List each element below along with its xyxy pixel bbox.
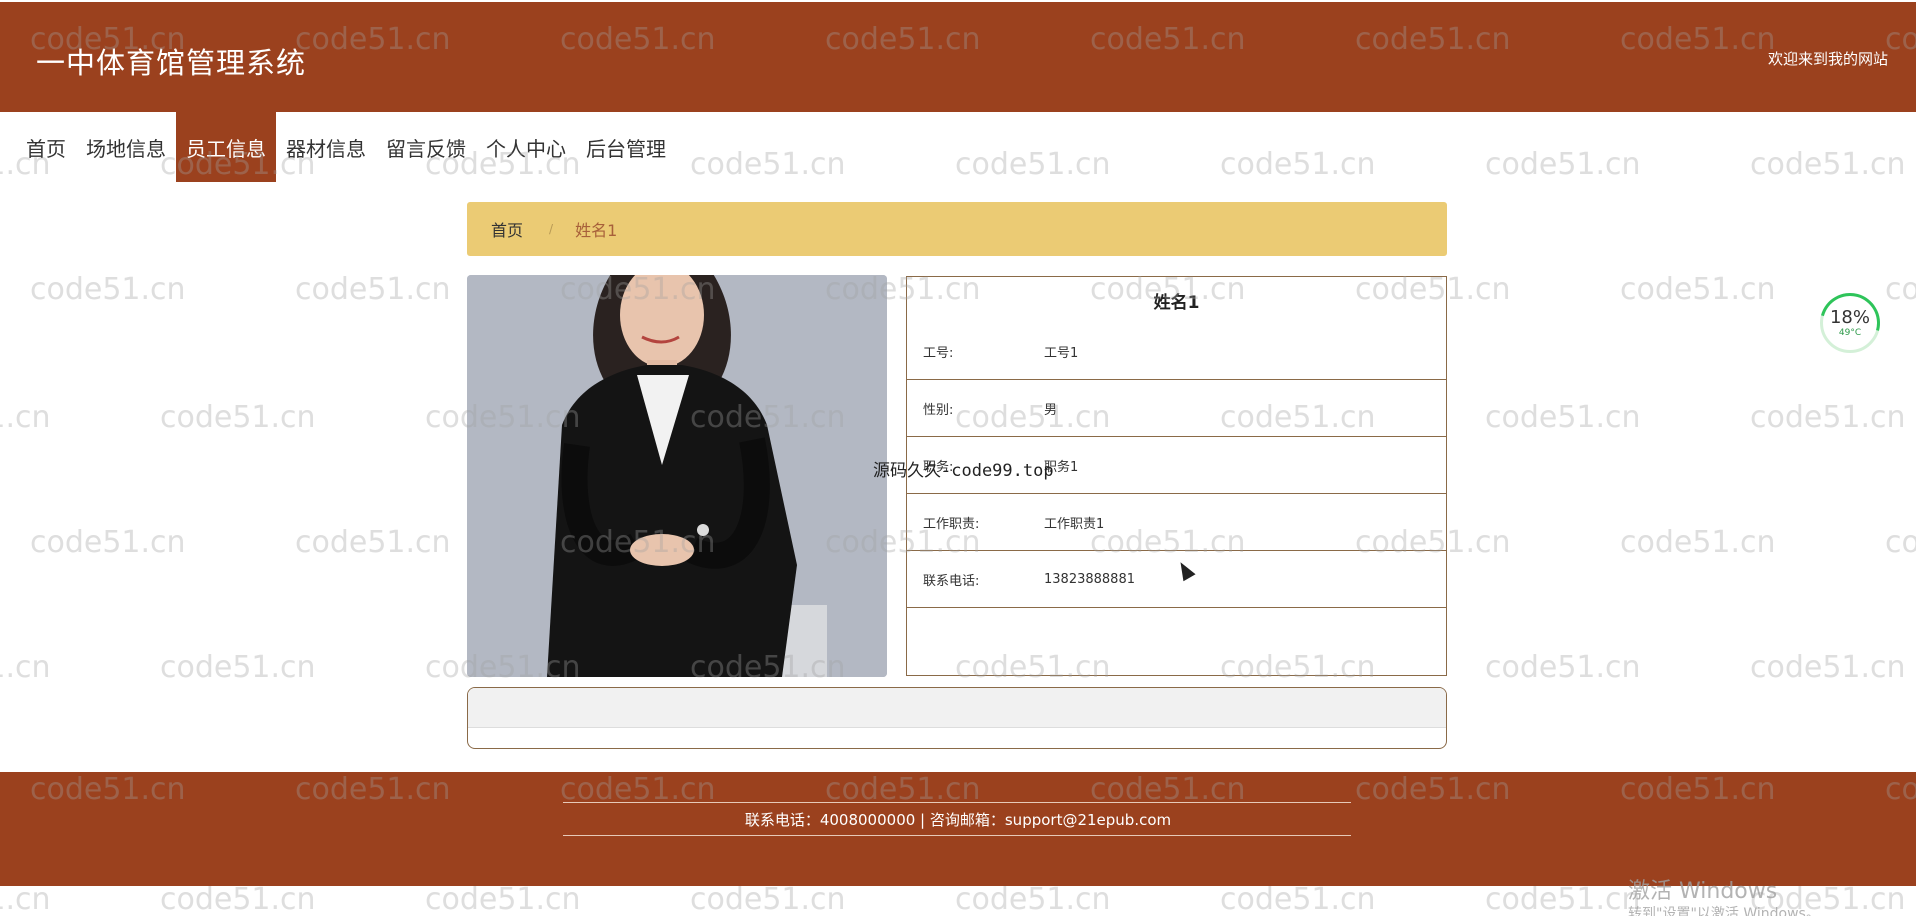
activation-subtitle: 转到"设置"以激活 Windows。 (1628, 906, 1820, 916)
watermark-text: code51.cn (425, 882, 581, 916)
watermark-text: code51.cn (160, 400, 316, 435)
staff-photo (467, 275, 887, 677)
detail-value: 13823888881 (1044, 571, 1135, 587)
watermark-text: code51.cn (160, 650, 316, 685)
watermark-text: code51.cn (160, 882, 316, 916)
watermark-text: code51.cn (1885, 272, 1916, 307)
staff-photo-illustration (467, 275, 887, 677)
watermark-text: code51.cn (1620, 525, 1776, 560)
header: 一中体育馆管理系统 欢迎来到我的网站 (0, 2, 1916, 112)
footer-divider-top (563, 802, 1351, 803)
performance-widget[interactable]: 18% 49°C (1809, 282, 1891, 364)
nav-item-personal-center[interactable]: 个人中心 (476, 112, 576, 182)
watermark-text: code51.cn (0, 882, 51, 916)
widget-progress-ring (1809, 282, 1891, 364)
watermark-text: code51.cn (1220, 147, 1376, 182)
watermark-text: code51.cn (0, 650, 51, 685)
watermark-text: code51.cn (1485, 882, 1641, 916)
watermark-text: code51.cn (0, 400, 51, 435)
footer: 联系电话：4008000000 | 咨询邮箱：support@21epub.co… (0, 772, 1916, 886)
detail-label: 工作职责: (923, 516, 980, 532)
watermark-text: code51.cn (295, 525, 451, 560)
nav-item-equipment-info[interactable]: 器材信息 (276, 112, 376, 182)
watermark-text: code51.cn (30, 525, 186, 560)
breadcrumb: 首页 / 姓名1 (467, 202, 1447, 256)
watermark-text: code51.cn (1485, 147, 1641, 182)
nav-item-home[interactable]: 首页 (16, 112, 76, 182)
detail-label: 性别: (923, 402, 954, 418)
breadcrumb-current: 姓名1 (575, 221, 618, 240)
watermark-text: code51.cn (1885, 525, 1916, 560)
watermark-text: code51.cn (1620, 272, 1776, 307)
watermark-text: code51.cn (1485, 650, 1641, 685)
content-panel (467, 687, 1447, 749)
breadcrumb-home-link[interactable]: 首页 (491, 217, 523, 241)
watermark-text: code51.cn (1750, 400, 1906, 435)
watermark-text: code51.cn (955, 147, 1111, 182)
detail-label: 工号: (923, 345, 954, 361)
watermark-text: code51.cn (690, 147, 846, 182)
detail-value: 男 (1044, 402, 1058, 418)
detail-row-duty: 工作职责: 工作职责1 (907, 494, 1446, 551)
detail-label: 联系电话: (923, 573, 980, 589)
nav-item-staff-info[interactable]: 员工信息 (176, 112, 276, 182)
watermark-text: code51.cn (1750, 147, 1906, 182)
footer-contact-text: 联系电话：4008000000 | 咨询邮箱：support@21epub.co… (744, 811, 1172, 829)
watermark-text: code51.cn (30, 272, 186, 307)
watermark-text: code51.cn (1220, 882, 1376, 916)
detail-row-phone: 联系电话: 13823888881 (907, 551, 1446, 608)
nav-item-admin[interactable]: 后台管理 (576, 112, 676, 182)
watermark-text: code51.cn (955, 882, 1111, 916)
watermark-text: code51.cn (1485, 400, 1641, 435)
nav-item-feedback[interactable]: 留言反馈 (376, 112, 476, 182)
center-watermark: 源码久久-code99.top (873, 461, 1054, 481)
detail-value: 职务1 (1044, 459, 1079, 475)
content-panel-header (468, 688, 1446, 728)
detail-value: 工作职责1 (1044, 516, 1105, 532)
welcome-text: 欢迎来到我的网站 (1767, 50, 1888, 68)
site-title: 一中体育馆管理系统 (36, 46, 307, 80)
detail-value: 工号1 (1044, 345, 1079, 361)
breadcrumb-separator: / (549, 222, 554, 236)
watermark-text: code51.cn (1750, 650, 1906, 685)
watermark-text: code51.cn (690, 882, 846, 916)
detail-row-gender: 性别: 男 (907, 380, 1446, 437)
staff-name-heading: 姓名1 (1153, 292, 1200, 313)
detail-row-id: 工号: 工号1 (907, 323, 1446, 380)
nav-item-venue-info[interactable]: 场地信息 (76, 112, 176, 182)
watermark-text: code51.cn (295, 272, 451, 307)
activation-title: 激活 Windows (1628, 879, 1778, 904)
main-nav: 首页 场地信息 员工信息 器材信息 留言反馈 个人中心 后台管理 (16, 112, 676, 182)
windows-activation-notice: 激活 Windows 转到"设置"以激活 Windows。 (1628, 873, 1820, 916)
footer-divider-bottom (563, 835, 1351, 836)
